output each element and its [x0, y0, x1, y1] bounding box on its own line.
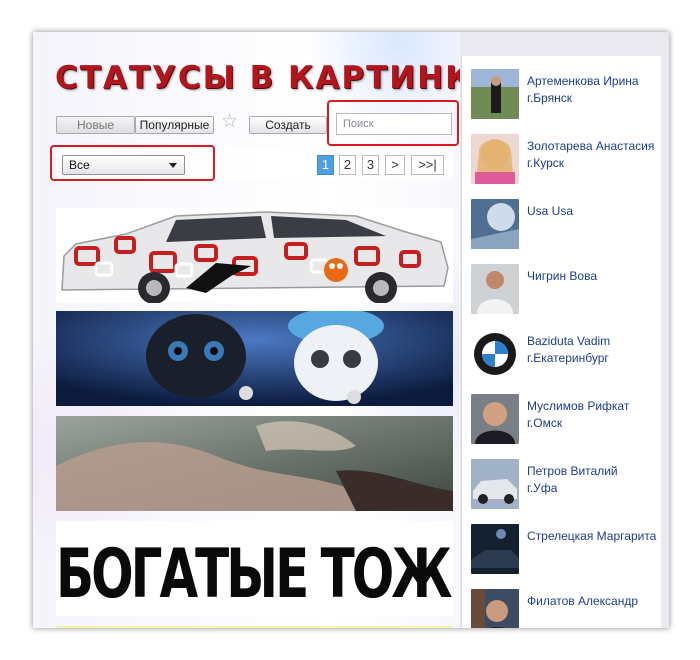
avatar[interactable] [471, 524, 519, 574]
user-card[interactable]: Муслимов Рифкат г.Омск [471, 394, 661, 450]
star-icon[interactable]: ☆ [221, 112, 238, 132]
user-card[interactable]: Золотарева Анастасия г.Курск [471, 134, 661, 190]
category-select[interactable]: Все [62, 155, 185, 175]
avatar[interactable] [471, 329, 519, 379]
new-tab-button[interactable]: Новые [56, 116, 135, 134]
avatar[interactable] [471, 394, 519, 444]
user-card[interactable]: Артеменкова Ирина г.Брянск [471, 69, 661, 125]
dropdown-arrow-icon [169, 163, 177, 168]
user-name[interactable]: Муслимов Рифкат [527, 398, 629, 414]
avatar[interactable] [471, 134, 519, 184]
user-card[interactable]: Филатов Александр [471, 589, 661, 628]
search-input[interactable] [336, 113, 452, 135]
user-name[interactable]: Филатов Александр [527, 593, 638, 609]
user-card[interactable]: Стрелецкая Маргарита [471, 524, 661, 580]
pagination-page-1[interactable]: 1 [317, 155, 334, 175]
user-card[interactable]: Usa Usa [471, 199, 661, 255]
pagination-next[interactable]: > [385, 155, 405, 175]
user-card[interactable]: Петров Виталий г.Уфа [471, 459, 661, 515]
main-content: СТАТУСЫ В КАРТИНКАХ Новые Популярные ☆ С… [33, 32, 460, 628]
pagination-page-2[interactable]: 2 [339, 155, 356, 175]
category-select-value: Все [69, 158, 90, 172]
popular-tab-button[interactable]: Популярные [135, 116, 214, 134]
user-name[interactable]: Чигрин Вова [527, 268, 597, 284]
status-image-woman[interactable] [56, 416, 453, 511]
page-frame: СТАТУСЫ В КАРТИНКАХ Новые Популярные ☆ С… [33, 32, 669, 628]
pagination-page-3[interactable]: 3 [362, 155, 379, 175]
create-button[interactable]: Создать [249, 116, 327, 134]
user-name[interactable]: Стрелецкая Маргарита [527, 528, 656, 544]
user-city: г.Курск [527, 156, 565, 170]
status-image-kittens[interactable] [56, 311, 453, 406]
avatar[interactable] [471, 589, 519, 628]
status-image-text[interactable]: БОГАТЫЕ ТОЖЕ ПЛАЧУТ [56, 521, 453, 616]
user-city: г.Уфа [527, 481, 558, 495]
user-name[interactable]: Baziduta Vadim [527, 333, 610, 349]
status-image-car[interactable] [56, 208, 453, 303]
pagination-last[interactable]: >>| [411, 155, 444, 175]
user-card[interactable]: Baziduta Vadim г.Екатеринбург [471, 329, 661, 385]
avatar[interactable] [471, 69, 519, 119]
user-name[interactable]: Петров Виталий [527, 463, 618, 479]
users-sidebar: Артеменкова Ирина г.Брянск Золотарева Ан… [461, 56, 661, 628]
avatar[interactable] [471, 199, 519, 249]
site-title[interactable]: СТАТУСЫ В КАРТИНКАХ [55, 60, 460, 96]
user-city: г.Екатеринбург [527, 351, 609, 365]
status-image-text-caption: БОГАТЫЕ ТОЖЕ ПЛАЧУТ [56, 535, 453, 614]
user-name[interactable]: Артеменкова Ирина [527, 73, 639, 89]
avatar[interactable] [471, 264, 519, 314]
user-city: г.Омск [527, 416, 563, 430]
status-image-partial[interactable] [56, 626, 453, 628]
avatar[interactable] [471, 459, 519, 509]
user-name[interactable]: Usa Usa [527, 203, 573, 219]
user-city: г.Брянск [527, 91, 573, 105]
user-card[interactable]: Чигрин Вова [471, 264, 661, 320]
user-name[interactable]: Золотарева Анастасия [527, 138, 654, 154]
